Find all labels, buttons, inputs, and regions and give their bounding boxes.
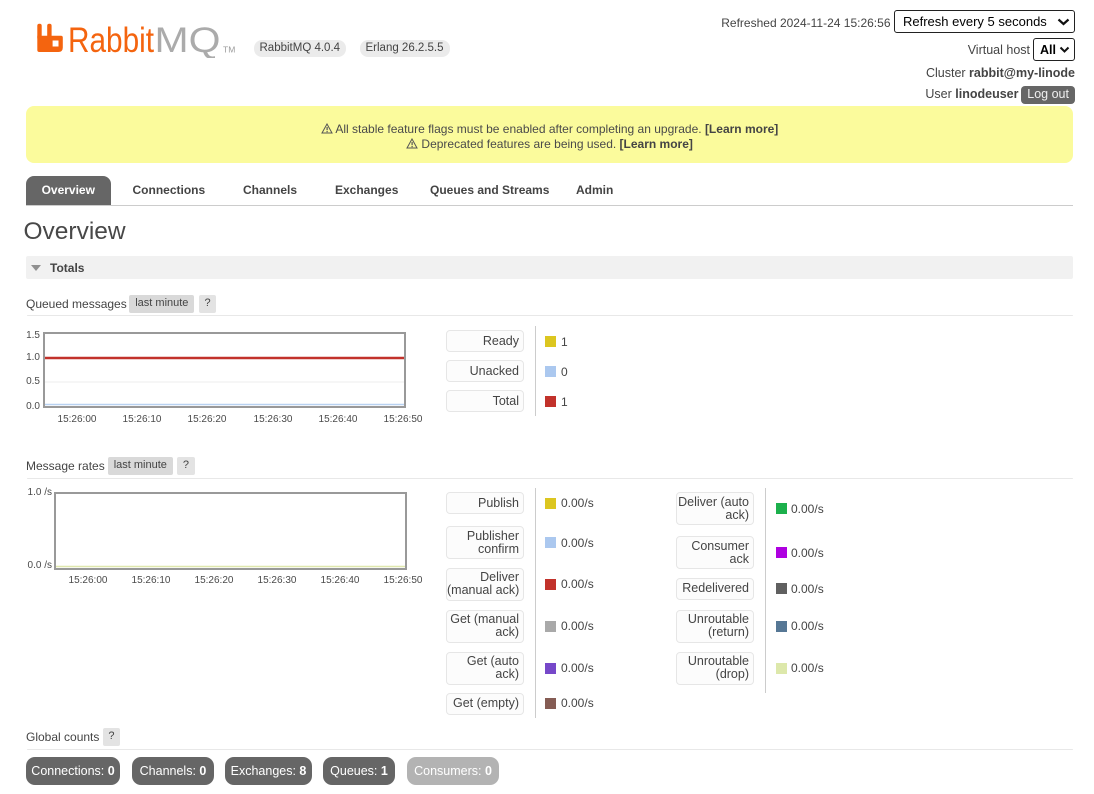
svg-text:TM: TM bbox=[223, 45, 235, 55]
svg-text:Rabbit: Rabbit bbox=[68, 22, 154, 58]
svg-text:MQ: MQ bbox=[155, 22, 221, 58]
